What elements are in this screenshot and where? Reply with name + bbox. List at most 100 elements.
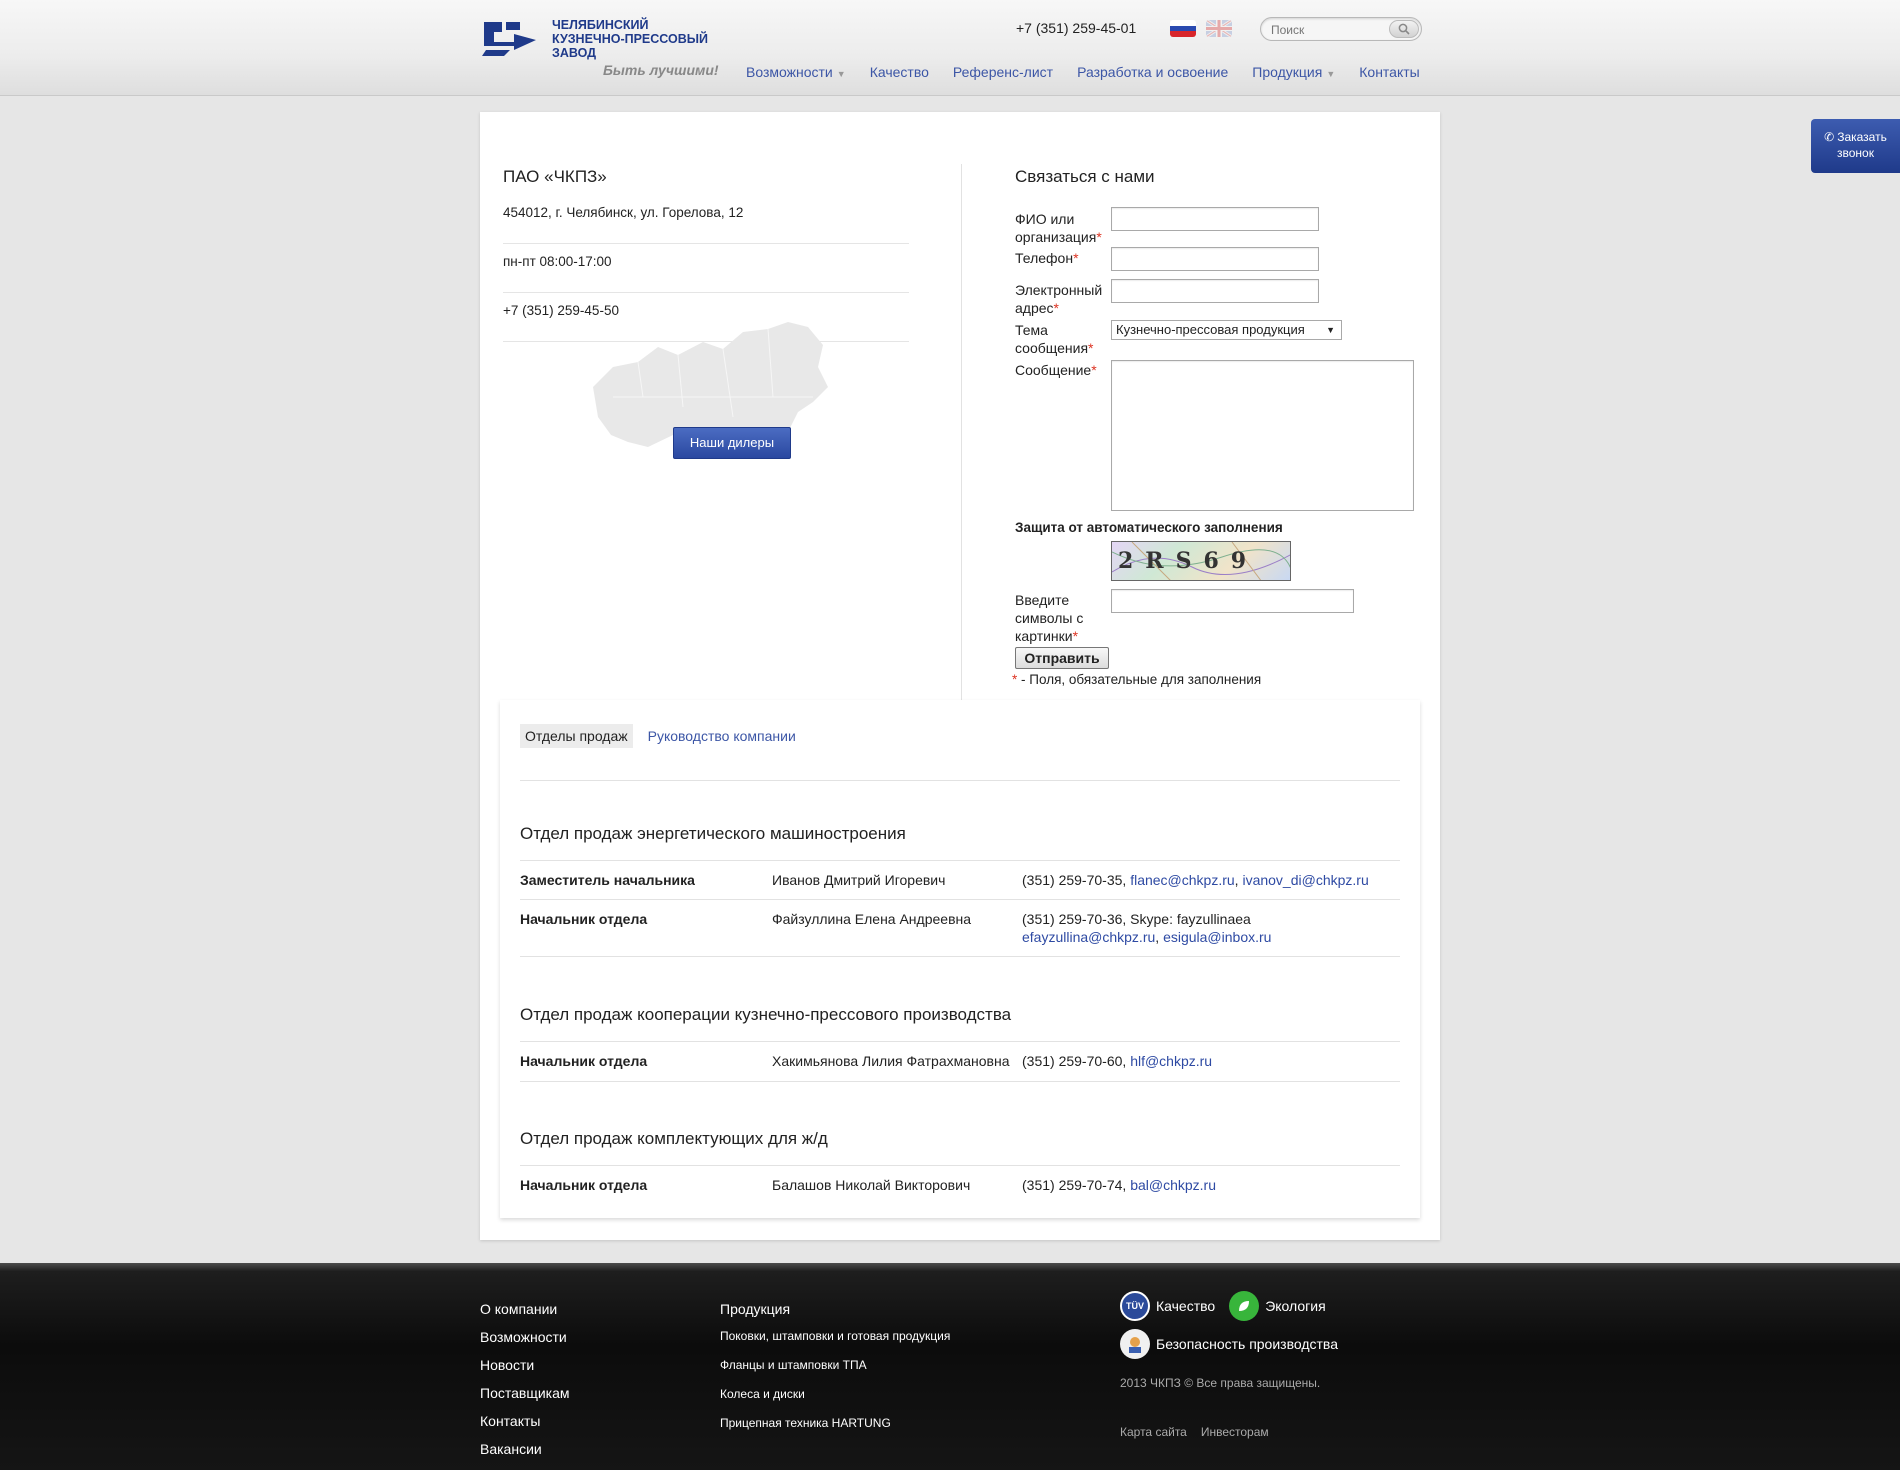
name-label: ФИО или организация* xyxy=(1015,211,1102,245)
person-name: Иванов Дмитрий Игоревич xyxy=(772,872,946,888)
slogan: Быть лучшими! xyxy=(603,62,719,78)
department-title: Отдел продаж кооперации кузнечно-прессов… xyxy=(520,1005,1012,1024)
nav-item-contacts[interactable]: Контакты xyxy=(1359,64,1419,80)
footer-link[interactable]: Продукция xyxy=(720,1301,950,1317)
worker-icon xyxy=(1120,1329,1150,1359)
person-name: Хакимьянова Лилия Фатрахмановна xyxy=(772,1053,1010,1069)
footer-link[interactable]: Поставщикам xyxy=(480,1385,570,1403)
department-energy: Отдел продаж энергетического машинострое… xyxy=(520,824,1400,957)
footer-link[interactable]: Колеса и диски xyxy=(720,1387,950,1416)
contact-form-title: Связаться с нами xyxy=(1015,167,1155,186)
department-railway: Отдел продаж комплектующих для ж/д Начал… xyxy=(520,1129,1400,1205)
footer-link[interactable]: Вакансии xyxy=(480,1441,570,1459)
search-button[interactable] xyxy=(1389,20,1419,38)
email-link[interactable]: bal@chkpz.ru xyxy=(1130,1177,1216,1193)
position: Начальник отдела xyxy=(520,1053,648,1069)
leaf-icon xyxy=(1229,1291,1260,1321)
nav-item-reference-list[interactable]: Референс-лист xyxy=(953,64,1053,80)
logo-text: ЧЕЛЯБИНСКИЙ КУЗНЕЧНО-ПРЕССОВЫЙ ЗАВОД xyxy=(552,18,708,60)
dropdown-arrow-icon: ▼ xyxy=(1326,325,1335,335)
phone-icon: ✆ xyxy=(1824,130,1835,144)
callback-button[interactable]: ✆ Заказать звонок xyxy=(1811,119,1900,173)
chevron-down-icon: ▼ xyxy=(836,69,846,79)
footer-link[interactable]: Фланцы и штамповки ТПА xyxy=(720,1358,950,1387)
department-cooperation: Отдел продаж кооперации кузнечно-прессов… xyxy=(520,1005,1400,1082)
captcha-label: Введите символы с картинки* xyxy=(1015,592,1084,644)
company-info: ПАО «ЧКПЗ» 454012, г. Челябинск, ул. Гор… xyxy=(503,167,909,459)
language-switcher xyxy=(1170,20,1232,37)
header-phone: +7 (351) 259-45-01 xyxy=(1016,20,1137,36)
footer-link[interactable]: Прицепная техника HARTUNG xyxy=(720,1416,950,1445)
site-header: ЧЕЛЯБИНСКИЙ КУЗНЕЧНО-ПРЕССОВЫЙ ЗАВОД Быт… xyxy=(0,0,1900,96)
footer-products: Продукция Поковки, штамповки и готовая п… xyxy=(720,1301,950,1445)
main-content: ПАО «ЧКПЗ» 454012, г. Челябинск, ул. Гор… xyxy=(480,112,1440,1240)
tab-management[interactable]: Руководство компании xyxy=(643,724,801,748)
footer-nav: О компании Возможности Новости Поставщик… xyxy=(480,1301,570,1469)
email-field[interactable] xyxy=(1111,279,1319,303)
phone-field[interactable] xyxy=(1111,247,1319,271)
footer-link[interactable]: О компании xyxy=(480,1301,570,1319)
position: Начальник отдела xyxy=(520,911,648,927)
captcha-text: 2RS69 xyxy=(1118,548,1259,574)
phone-label: Телефон* xyxy=(1015,250,1079,266)
table-row: Начальник отдела Хакимьянова Лилия Фатра… xyxy=(520,1041,1400,1081)
table-row: Заместитель начальника Иванов Дмитрий Иг… xyxy=(520,860,1400,899)
email-link[interactable]: ivanov_di@chkpz.ru xyxy=(1242,872,1368,888)
footer-badges: TÜV Качество Экология Безопасность произ… xyxy=(1120,1291,1338,1359)
badge-ecology[interactable]: Экология xyxy=(1229,1291,1326,1321)
russian-flag-icon[interactable] xyxy=(1170,20,1196,37)
contact-info: (351) 259-70-74, bal@chkpz.ru xyxy=(1022,1177,1216,1193)
message-label: Сообщение* xyxy=(1015,362,1097,378)
badge-safety[interactable]: Безопасность производства xyxy=(1120,1329,1338,1359)
position: Начальник отдела xyxy=(520,1177,648,1193)
required-note: * - Поля, обязательные для заполнения xyxy=(1012,672,1262,687)
email-label: Электронный адрес* xyxy=(1015,282,1103,316)
message-textarea[interactable] xyxy=(1111,360,1414,511)
staff-panel: Отделы продаж Руководство компании Отдел… xyxy=(500,700,1420,1218)
department-title: Отдел продаж комплектующих для ж/д xyxy=(520,1129,828,1148)
footer-link[interactable]: Контакты xyxy=(480,1413,570,1431)
email-link[interactable]: efayzullina@chkpz.ru xyxy=(1022,929,1155,945)
submit-button[interactable]: Отправить xyxy=(1015,647,1109,669)
topic-label: Тема сообщения* xyxy=(1015,322,1094,356)
person-name: Файзуллина Елена Андреевна xyxy=(772,911,972,927)
captcha-field[interactable] xyxy=(1111,589,1354,613)
email-link[interactable]: esigula@inbox.ru xyxy=(1163,929,1271,945)
dealers-button[interactable]: Наши дилеры xyxy=(673,427,791,459)
nav-item-kachestvo[interactable]: Качество xyxy=(870,64,929,80)
email-link[interactable]: flanec@chkpz.ru xyxy=(1130,872,1234,888)
email-link[interactable]: hlf@chkpz.ru xyxy=(1130,1053,1212,1069)
name-field[interactable] xyxy=(1111,207,1319,231)
tabs-divider xyxy=(520,780,1400,781)
table-row: Начальник отдела Балашов Николай Викторо… xyxy=(520,1165,1400,1205)
contact-info: (351) 259-70-60, hlf@chkpz.ru xyxy=(1022,1053,1213,1069)
english-flag-icon[interactable] xyxy=(1206,20,1232,37)
nav-item-vozmozhnosti[interactable]: Возможности ▼ xyxy=(746,64,846,80)
tuv-icon: TÜV xyxy=(1120,1291,1150,1321)
nav-item-products[interactable]: Продукция ▼ xyxy=(1252,64,1335,80)
search-input[interactable] xyxy=(1271,23,1391,37)
captcha-image: 2RS69 xyxy=(1111,541,1291,581)
footer-bottom-links: Карта сайта Инвесторам xyxy=(1120,1425,1269,1439)
position: Заместитель начальника xyxy=(520,872,695,888)
table-row: Начальник отдела Файзуллина Елена Андрее… xyxy=(520,899,1400,956)
contact-form: Связаться с нами ФИО или организация* Те… xyxy=(1012,167,1435,687)
company-name: ПАО «ЧКПЗ» xyxy=(503,167,607,186)
department-title: Отдел продаж энергетического машинострое… xyxy=(520,824,906,843)
column-divider xyxy=(961,164,962,700)
investors-link[interactable]: Инвесторам xyxy=(1201,1425,1269,1439)
footer-link[interactable]: Возможности xyxy=(480,1329,570,1347)
captcha-title: Защита от автоматического заполнения xyxy=(1015,520,1283,535)
header-inner: ЧЕЛЯБИНСКИЙ КУЗНЕЧНО-ПРЕССОВЫЙ ЗАВОД Быт… xyxy=(480,0,1422,96)
logo[interactable]: ЧЕЛЯБИНСКИЙ КУЗНЕЧНО-ПРЕССОВЫЙ ЗАВОД Быт… xyxy=(480,18,740,82)
badge-quality[interactable]: TÜV Качество xyxy=(1120,1291,1215,1321)
footer-link[interactable]: Поковки, штамповки и готовая продукция xyxy=(720,1329,950,1358)
nav-item-development[interactable]: Разработка и освоение xyxy=(1077,64,1228,80)
footer-link[interactable]: Новости xyxy=(480,1357,570,1375)
search-icon xyxy=(1398,23,1410,35)
site-footer: О компании Возможности Новости Поставщик… xyxy=(0,1263,1900,1470)
sitemap-link[interactable]: Карта сайта xyxy=(1120,1425,1187,1439)
copyright: 2013 ЧКПЗ © Все права защищены. xyxy=(1120,1376,1321,1390)
tab-sales-departments[interactable]: Отделы продаж xyxy=(520,724,633,748)
topic-select[interactable]: Кузнечно-прессовая продукция ▼ xyxy=(1111,320,1342,340)
